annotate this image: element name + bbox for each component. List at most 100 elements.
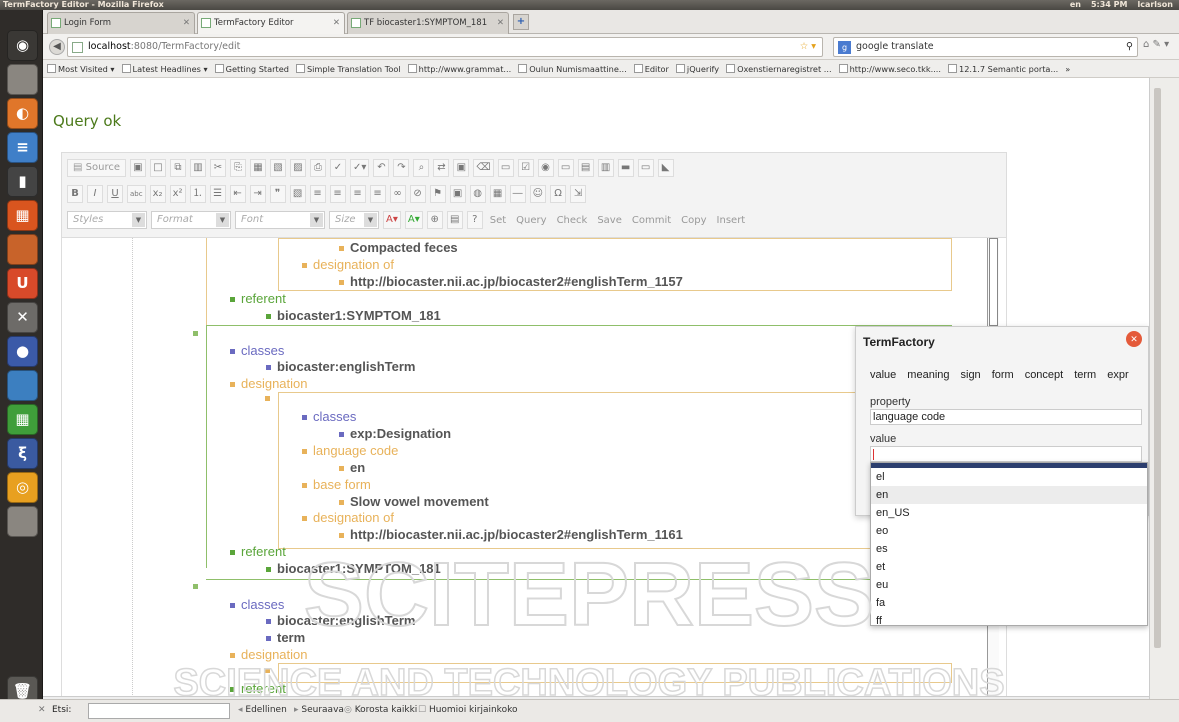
find-icon[interactable]: ⌕ (413, 159, 430, 177)
google-icon[interactable]: g (838, 41, 851, 54)
set-command[interactable]: Set (487, 215, 509, 226)
tab-tf-symptom[interactable]: TF biocaster1:SYMPTOM_181 ✕ (347, 12, 509, 34)
bookmark-item[interactable]: http://www.seco.tkk.... (838, 64, 941, 74)
bookmark-item[interactable]: Simple Translation Tool (295, 64, 401, 74)
image-icon[interactable]: ▣ (449, 185, 466, 203)
option-fa[interactable]: fa (871, 594, 1147, 612)
templates-icon[interactable]: ▥ (190, 159, 206, 177)
bookmarks-overflow-button[interactable]: » (1065, 64, 1070, 74)
dash-home-icon[interactable]: ◉ (7, 30, 38, 61)
bookmark-item[interactable]: jQuerify (675, 64, 719, 74)
numbered-list-icon[interactable]: ⒈ (189, 185, 206, 203)
find-previous-button[interactable]: ◂ Edellinen (238, 705, 287, 715)
match-case-checkbox[interactable]: ☐ Huomioi kirjainkoko (418, 705, 517, 715)
remove-format-icon[interactable]: ⌫ (473, 159, 494, 177)
bookmark-item[interactable]: Most Visited ▾ (47, 64, 115, 74)
help-icon[interactable]: ? (466, 211, 483, 229)
copy-icon[interactable]: ⎘ (230, 159, 246, 177)
tab-form[interactable]: form (992, 369, 1014, 381)
link-icon[interactable]: ∞ (389, 185, 406, 203)
bookmark-item[interactable]: 12.1.7 Semantic porta... (948, 64, 1058, 74)
tab-term[interactable]: term (1074, 369, 1096, 381)
user-name[interactable]: lcarlson (1137, 0, 1173, 10)
url-bar[interactable]: localhost:8080/TermFactory/edit ☆ ▾ (67, 37, 823, 57)
outdent-icon[interactable]: ⇤ (229, 185, 246, 203)
terminal-icon[interactable]: ▮ (7, 166, 38, 197)
spellcheck-icon[interactable]: ✓ (330, 159, 346, 177)
folder-icon[interactable] (7, 506, 38, 537)
preview-icon[interactable]: ⧉ (170, 159, 186, 177)
undo-icon[interactable]: ↶ (373, 159, 390, 177)
unlink-icon[interactable]: ⊘ (409, 185, 426, 203)
close-tab-icon[interactable]: ✕ (183, 13, 190, 33)
paste-word-icon[interactable]: ▨ (290, 159, 306, 177)
option-el[interactable]: el (871, 468, 1147, 486)
check-command[interactable]: Check (554, 215, 591, 226)
paste-icon[interactable]: ▦ (250, 159, 266, 177)
tab-termfactory-editor[interactable]: TermFactory Editor ✕ (197, 12, 345, 34)
bookmark-item[interactable]: Oxenstiernaregistret ... (726, 64, 832, 74)
option-en-us[interactable]: en_US (871, 504, 1147, 522)
language-code-dropdown[interactable]: el en en_US eo es et eu fa ff (870, 462, 1148, 626)
bookmark-item[interactable]: Latest Headlines ▾ (121, 64, 208, 74)
tab-value[interactable]: value (870, 369, 896, 381)
home-icon[interactable]: ⌂ ✎ ▾ (1143, 39, 1169, 50)
align-left-icon[interactable]: ≡ (309, 185, 326, 203)
find-next-button[interactable]: ▸ Seuraava (294, 705, 344, 715)
maximize-icon[interactable]: ⊕ (426, 211, 443, 229)
thunderbird-icon[interactable] (7, 370, 38, 401)
new-page-icon[interactable]: □ (150, 159, 166, 177)
close-tab-icon[interactable]: ✕ (497, 13, 504, 33)
firefox-icon[interactable]: ◐ (7, 98, 38, 129)
special-char-icon[interactable]: Ω (550, 185, 567, 203)
align-center-icon[interactable]: ≡ (329, 185, 346, 203)
form-icon[interactable]: ▭ (497, 159, 514, 177)
textarea-icon[interactable]: ▤ (577, 159, 594, 177)
ubuntu-one-icon[interactable]: U (7, 268, 38, 299)
close-tab-icon[interactable]: ✕ (333, 13, 340, 33)
save-icon[interactable]: ▣ (130, 159, 146, 177)
print-icon[interactable]: ⎙ (310, 159, 326, 177)
calc-icon[interactable]: ▦ (7, 404, 38, 435)
italic-icon[interactable]: I (87, 185, 103, 203)
select-all-icon[interactable]: ▣ (453, 159, 470, 177)
highlight-all-button[interactable]: ◎ Korosta kaikki (344, 705, 417, 715)
copy-command[interactable]: Copy (678, 215, 709, 226)
find-input[interactable] (88, 703, 230, 719)
styles-combo[interactable]: Styles ▼ (67, 211, 147, 229)
text-color-icon[interactable]: A▾ (383, 211, 401, 229)
bookmark-item[interactable]: http://www.grammat... (407, 64, 511, 74)
chrome-icon[interactable]: ◎ (7, 472, 38, 503)
clock[interactable]: 5:34 PM (1091, 0, 1128, 10)
underline-icon[interactable]: U (107, 185, 123, 203)
replace-icon[interactable]: ⇄ (433, 159, 450, 177)
radio-icon[interactable]: ◉ (537, 159, 554, 177)
show-blocks-icon[interactable]: ▤ (446, 211, 463, 229)
tab-expr[interactable]: expr (1107, 369, 1128, 381)
query-command[interactable]: Query (513, 215, 549, 226)
close-icon[interactable]: ✕ (1126, 331, 1142, 347)
textfield-icon[interactable]: ▭ (557, 159, 574, 177)
paste-text-icon[interactable]: ▧ (270, 159, 286, 177)
property-field[interactable]: language code (870, 409, 1142, 425)
page-break-icon[interactable]: ⇲ (570, 185, 587, 203)
search-bar[interactable]: g google translate ⚲ (833, 37, 1138, 57)
source-button[interactable]: ▤ Source (67, 159, 126, 177)
bookmark-item[interactable]: Oulun Numismaattine... (518, 64, 627, 74)
option-et[interactable]: et (871, 558, 1147, 576)
bold-icon[interactable]: B (67, 185, 83, 203)
hidden-field-icon[interactable]: ◣ (657, 159, 674, 177)
search-icon[interactable]: ⚲ (1126, 38, 1133, 56)
tab-meaning[interactable]: meaning (907, 369, 949, 381)
page-scroll-thumb[interactable] (1154, 88, 1161, 648)
bookmark-star-icon[interactable]: ☆ ▾ (800, 38, 816, 56)
value-field[interactable] (870, 446, 1142, 462)
div-icon[interactable]: ▧ (289, 185, 306, 203)
format-combo[interactable]: Format ▼ (151, 211, 231, 229)
blockquote-icon[interactable]: ❞ (269, 185, 286, 203)
page-scrollbar[interactable] (1149, 78, 1179, 699)
scayt-icon[interactable]: ✓▾ (350, 159, 370, 177)
flash-icon[interactable]: ◍ (469, 185, 486, 203)
cut-icon[interactable]: ✂ (210, 159, 226, 177)
image-button-icon[interactable]: ▭ (637, 159, 654, 177)
